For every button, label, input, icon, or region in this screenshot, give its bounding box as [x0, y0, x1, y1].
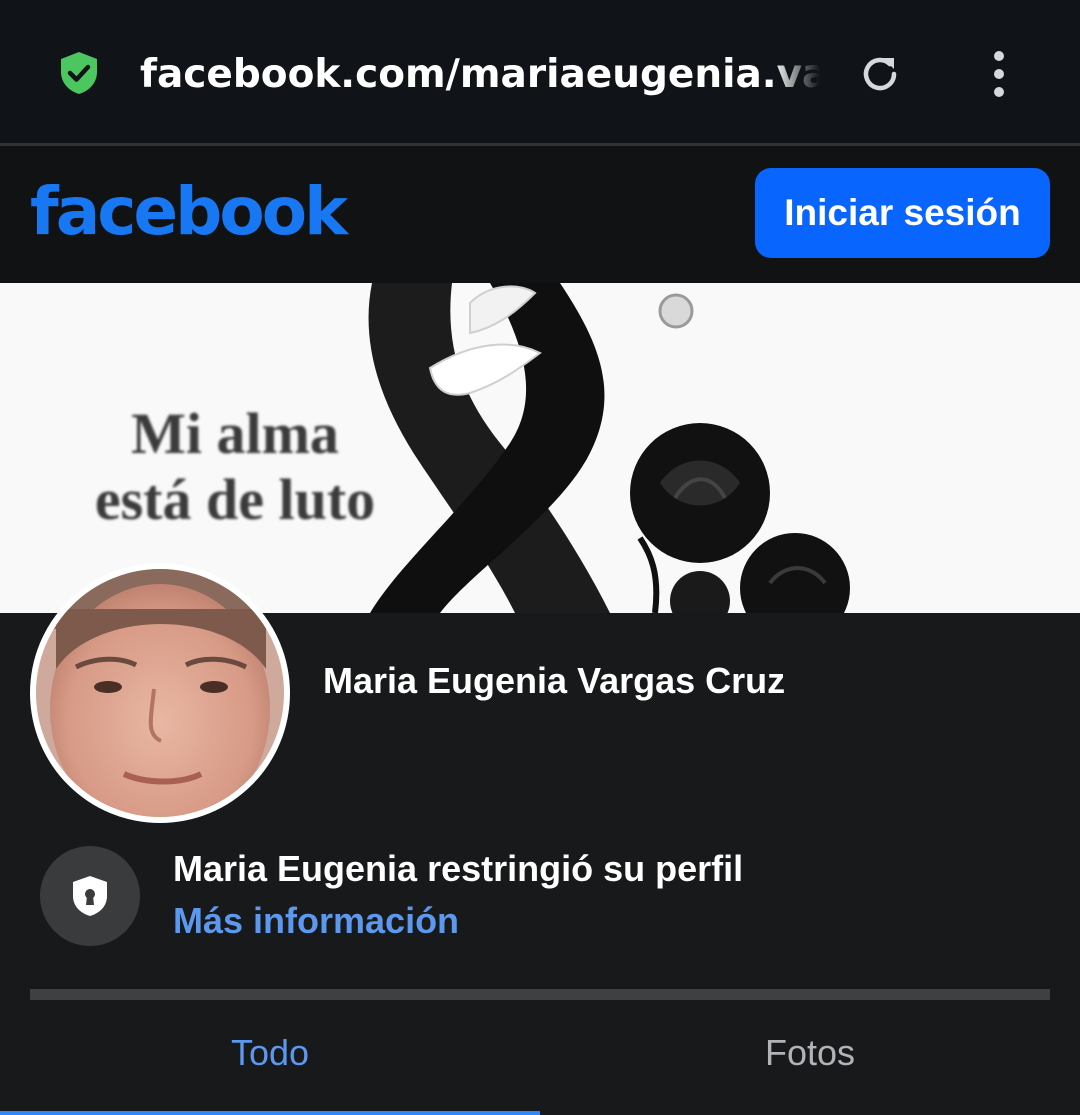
cover-text: Mi alma está de luto [0, 401, 470, 533]
profile-photo [36, 569, 284, 817]
active-tab-indicator [0, 1111, 540, 1115]
kebab-menu-icon[interactable] [984, 50, 1014, 98]
facebook-header: facebook Iniciar sesión [0, 146, 1080, 283]
facebook-logo[interactable]: facebook [30, 172, 348, 252]
cover-text-line1: Mi alma [131, 401, 339, 466]
tab-fotos-label: Fotos [764, 1032, 856, 1073]
url-field[interactable]: facebook.com/mariaeugenia.vargas [140, 48, 820, 102]
avatar[interactable] [30, 563, 290, 823]
profile-tabs: Todo Fotos [0, 1000, 1080, 1115]
cover-text-line2: está de luto [94, 467, 376, 532]
shield-check-icon[interactable] [58, 50, 100, 96]
profile-name: Maria Eugenia Vargas Cruz [323, 660, 786, 701]
login-button[interactable]: Iniciar sesión [755, 168, 1050, 258]
section-divider [30, 989, 1050, 1000]
tab-todo-label: Todo [230, 1032, 310, 1073]
browser-address-bar: facebook.com/mariaeugenia.vargas [0, 0, 1080, 143]
shield-lock-icon [73, 876, 107, 916]
reload-icon[interactable] [856, 50, 904, 98]
tab-fotos[interactable]: Fotos [540, 1000, 1080, 1115]
tab-todo[interactable]: Todo [0, 1000, 540, 1115]
restricted-profile-text: Maria Eugenia restringió su perfil [173, 848, 744, 889]
profile-section: Maria Eugenia Vargas Cruz Maria Eugenia … [0, 563, 1080, 1000]
more-info-link[interactable]: Más información [173, 899, 459, 943]
restricted-icon-container [40, 846, 140, 946]
